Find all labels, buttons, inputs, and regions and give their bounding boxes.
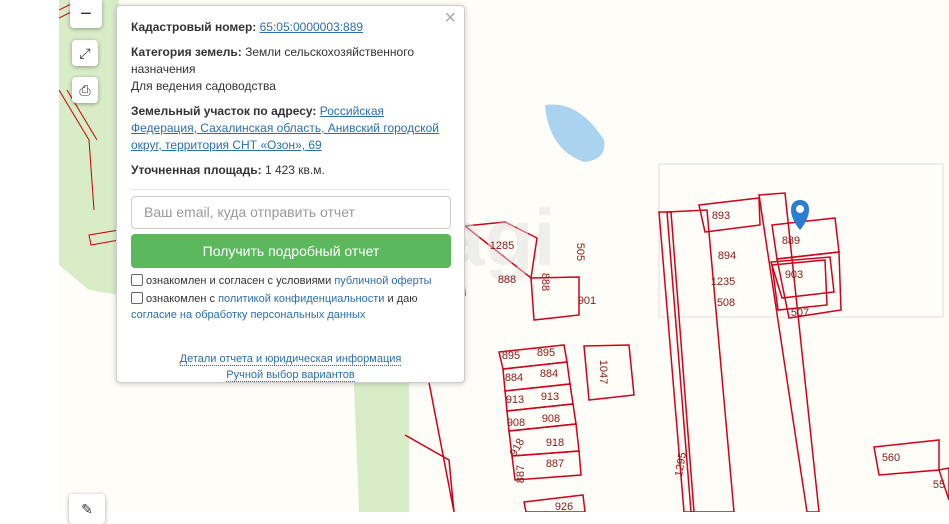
agree2-text: ознакомлен с [146,293,216,305]
area-label: Уточненная площадь: [131,163,262,177]
parcel-label[interactable]: 913 [541,391,559,403]
get-report-button[interactable]: Получить подробный отчет [131,234,451,268]
public-offer-link[interactable]: публичной оферты [334,275,431,287]
parcel-label[interactable]: 1235 [711,276,735,288]
agree1-text: ознакомлен и согласен с условиями [146,275,332,287]
parcel-label[interactable]: 1295 [673,451,689,477]
parcel-label[interactable]: 505 [574,243,586,261]
lake [545,104,605,162]
parcel-label[interactable]: 887 [546,458,564,470]
manual-selection-link[interactable]: Ручной выбор вариантов [226,369,355,382]
personal-data-consent-link[interactable]: согласие на обработку персональных данны… [131,309,365,321]
parcel-label[interactable]: 889 [782,235,800,247]
parcel-label[interactable]: 508 [717,297,735,309]
printer-icon[interactable]: ⎙ [72,77,98,103]
parcel-label[interactable]: 560 [882,452,900,464]
parcel-label[interactable]: 894 [718,250,736,262]
parcel-label[interactable]: 913 [506,394,524,406]
ruler-icon[interactable]: ✎ [69,494,105,524]
privacy-checkbox[interactable] [131,292,143,304]
cadastral-label: Кадастровый номер: [131,20,257,34]
parcel-label[interactable]: 888 [539,273,551,291]
parcel-label[interactable]: 888 [498,274,516,286]
close-icon[interactable]: × [444,8,456,28]
parcel-label[interactable]: 507 [791,307,809,319]
divider [131,189,450,190]
parcel-info-popup: × Кадастровый номер: 65:05:0000003:889 К… [116,5,465,383]
zoom-out-button[interactable]: − [70,0,102,28]
usage-value: Для ведения садоводства [131,79,276,93]
parcel-label[interactable]: 55 [933,479,945,491]
privacy-policy-link[interactable]: политикой конфиденциальности [218,293,384,305]
parcel-label[interactable]: 884 [505,372,523,384]
parcel-label[interactable]: 901 [578,295,596,307]
parcel-label[interactable]: 1285 [490,240,514,252]
image-frame [658,163,944,318]
expand-icon[interactable]: ⤢ [72,40,98,66]
report-details-link[interactable]: Детали отчета и юридическая информация [179,353,402,366]
cadastral-number-link[interactable]: 65:05:0000003:889 [260,20,363,34]
parcel-label[interactable]: 887 [515,465,527,483]
parcel-label[interactable]: 903 [785,269,803,281]
category-label: Категория земель: [131,45,242,59]
parcel-label[interactable]: 908 [542,413,560,425]
address-label: Земельный участок по адресу: [131,104,317,118]
parcel-label[interactable]: 893 [712,210,730,222]
parcel-label[interactable]: 918 [546,437,564,449]
offer-checkbox[interactable] [131,274,143,286]
parcel-label[interactable]: 926 [555,501,573,512]
area-value: 1 423 кв.м. [264,163,325,177]
parcel-label[interactable]: 908 [507,417,525,429]
email-input[interactable]: Ваш email, куда отправить отчет [131,196,451,229]
parcel-label[interactable]: 884 [540,368,558,380]
parcel-label[interactable]: 895 [502,350,520,362]
parcel-label[interactable]: 1047 [597,360,609,384]
selected-parcel-marker[interactable] [791,200,809,230]
agree2-mid: и даю [387,293,418,305]
parcel-label[interactable]: 895 [537,347,555,359]
